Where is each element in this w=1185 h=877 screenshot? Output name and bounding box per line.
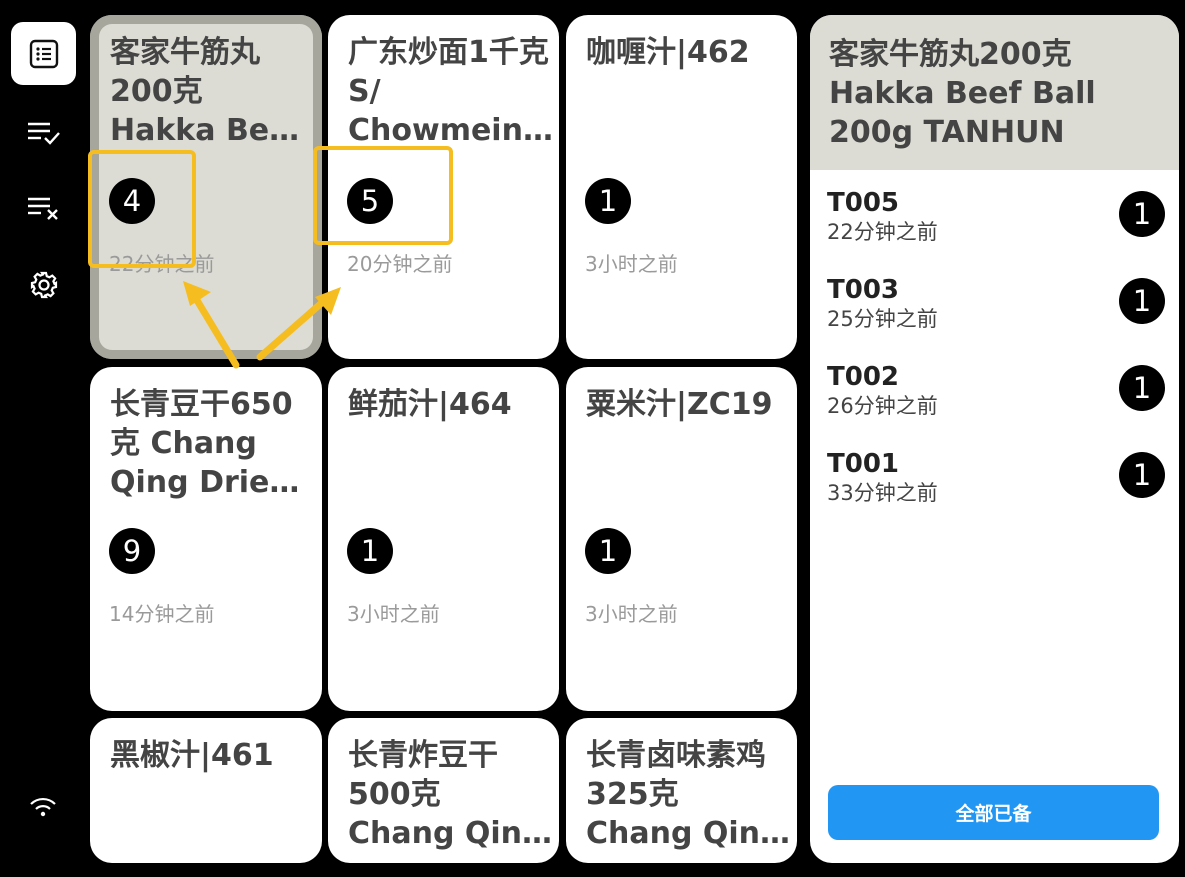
order-quantity-badge: 1 <box>1119 452 1165 498</box>
order-quantity-badge: 1 <box>1119 365 1165 411</box>
detail-title: 客家牛筋丸200克 Hakka Beef Ball 200g TANHUN <box>810 15 1179 170</box>
table-number: T005 <box>827 188 900 218</box>
order-elapsed-time: 22分钟之前 <box>827 220 938 244</box>
table-number: T001 <box>827 449 900 479</box>
order-row[interactable]: T005 22分钟之前 1 <box>827 188 1167 250</box>
order-elapsed-time: 33分钟之前 <box>827 481 938 505</box>
table-number: T003 <box>827 275 900 305</box>
all-ready-button[interactable]: 全部已备 <box>828 785 1159 840</box>
order-row[interactable]: T002 26分钟之前 1 <box>827 362 1167 424</box>
order-elapsed-time: 26分钟之前 <box>827 394 938 418</box>
order-quantity-badge: 1 <box>1119 278 1165 324</box>
order-row[interactable]: T003 25分钟之前 1 <box>827 275 1167 337</box>
detail-panel: 客家牛筋丸200克 Hakka Beef Ball 200g TANHUN T0… <box>810 15 1179 863</box>
table-number: T002 <box>827 362 900 392</box>
order-elapsed-time: 25分钟之前 <box>827 307 938 331</box>
order-row[interactable]: T001 33分钟之前 1 <box>827 449 1167 511</box>
order-quantity-badge: 1 <box>1119 191 1165 237</box>
